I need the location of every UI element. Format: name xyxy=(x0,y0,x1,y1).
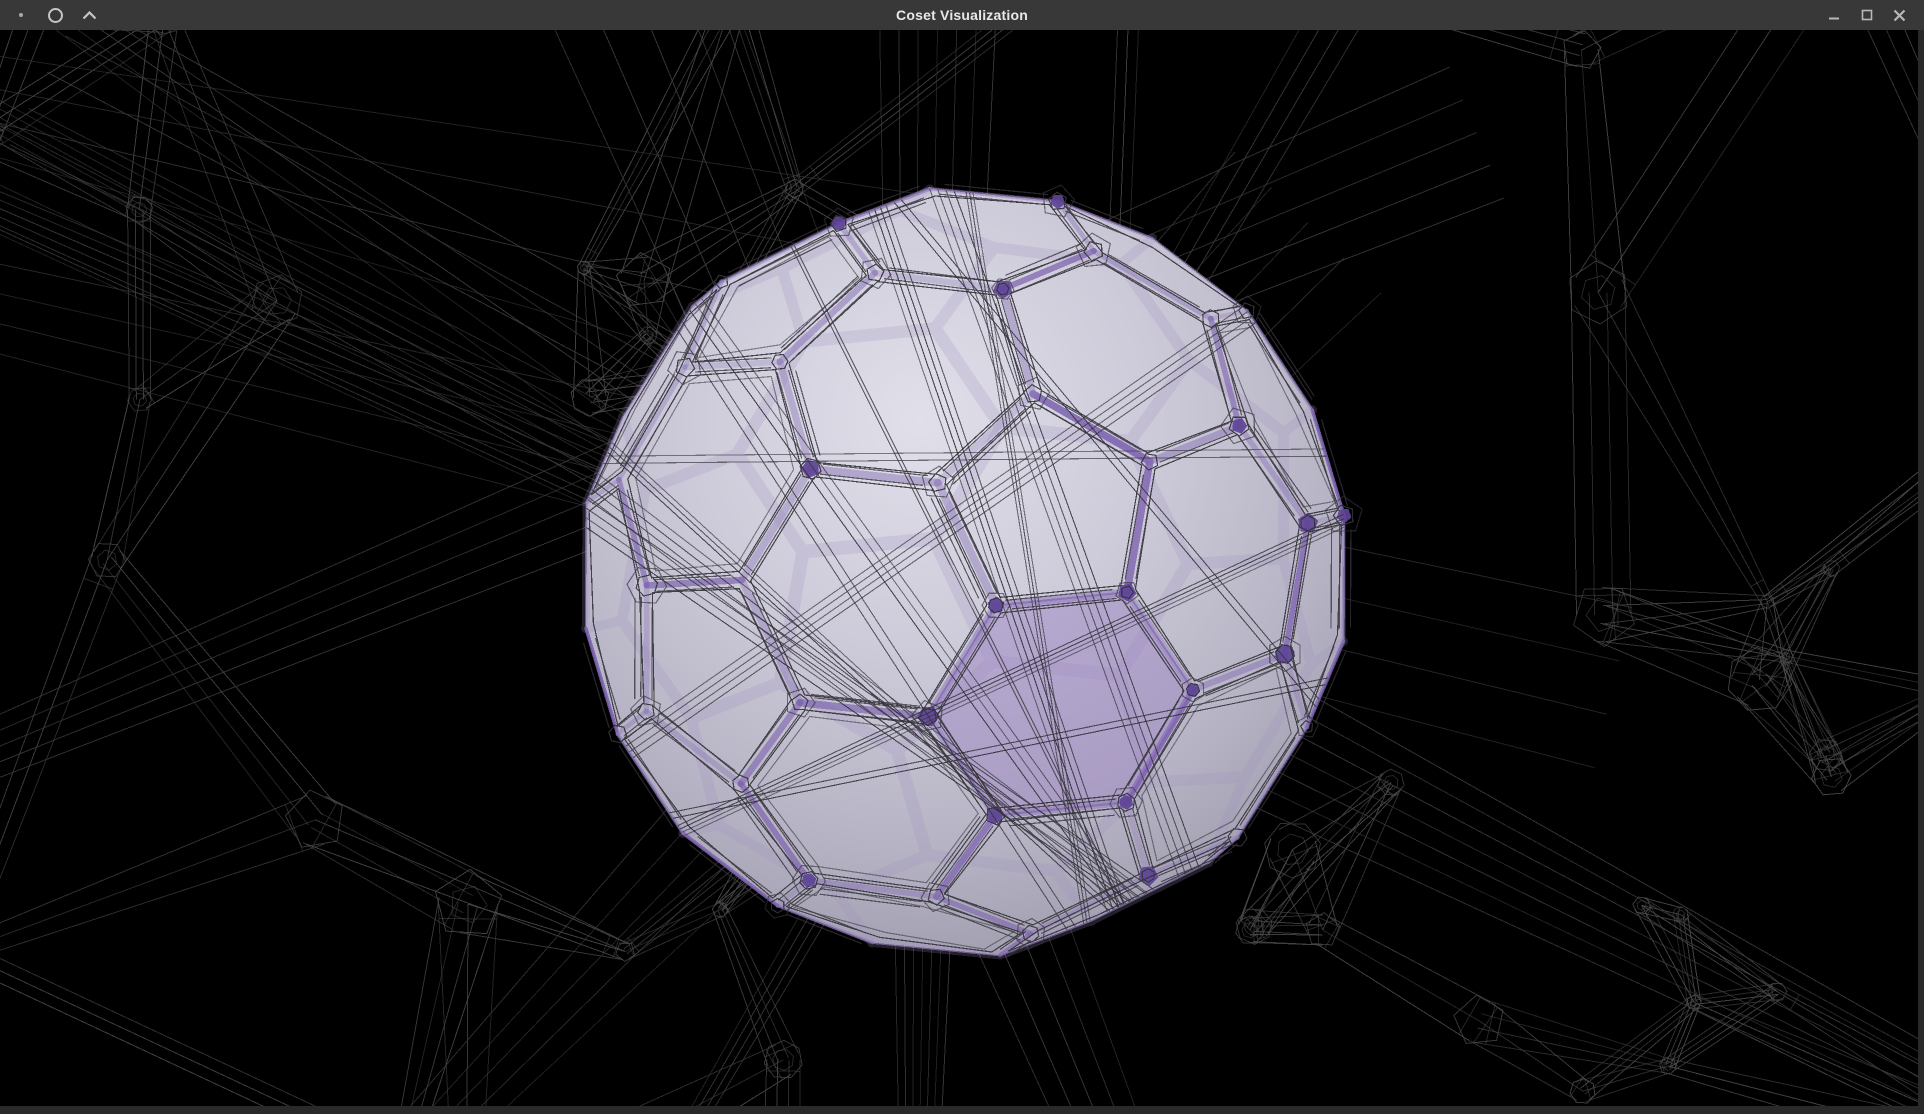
circle-glyph xyxy=(48,8,63,23)
minimize-icon xyxy=(1828,9,1840,21)
window-resize-edge-right[interactable] xyxy=(1918,30,1924,1106)
titlebar[interactable]: Coset Visualization xyxy=(0,0,1924,30)
close-button[interactable] xyxy=(1883,0,1916,30)
app-window: Coset Visualization xyxy=(0,0,1924,1114)
maximize-button[interactable] xyxy=(1850,0,1883,30)
titlebar-left-icons xyxy=(8,0,102,30)
chevron-up-glyph xyxy=(82,11,97,20)
window-title: Coset Visualization xyxy=(0,0,1924,30)
coset-3d-viewport[interactable] xyxy=(0,30,1918,1106)
minimize-button[interactable] xyxy=(1817,0,1850,30)
window-controls xyxy=(1817,0,1916,30)
close-icon xyxy=(1893,9,1906,22)
chevron-up-icon[interactable] xyxy=(76,0,102,30)
circle-icon[interactable] xyxy=(42,0,68,30)
window-resize-edge-bottom[interactable] xyxy=(0,1106,1924,1114)
dot-icon[interactable] xyxy=(8,0,34,30)
dot-glyph xyxy=(19,13,23,17)
maximize-icon xyxy=(1861,9,1873,21)
